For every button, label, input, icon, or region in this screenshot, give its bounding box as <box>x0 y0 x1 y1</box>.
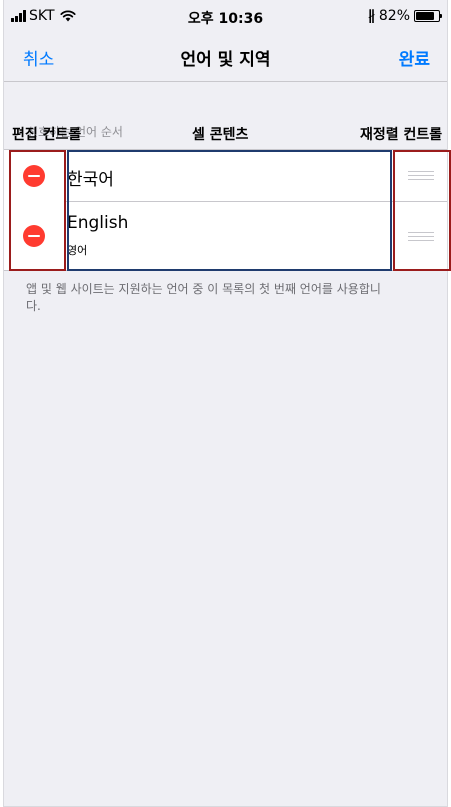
screen: SKT 오후 10:36 ∦ 82% 취소 언어 및 지역 완료 선호하는 언어… <box>3 0 451 807</box>
list-item: English 영어 <box>4 202 447 270</box>
edit-control-annotation-label: 편집 컨트롤 <box>12 127 82 143</box>
delete-icon[interactable] <box>23 165 45 187</box>
page-title: 언어 및 지역 <box>180 50 271 70</box>
battery-percent: 82% <box>378 8 410 24</box>
cell-content-annotation-label: 셀 콘텐츠 <box>192 127 249 143</box>
language-title: 한국어 <box>67 170 114 190</box>
battery-icon <box>414 10 442 22</box>
language-title: English <box>67 213 129 233</box>
language-list: 한국어 English 영어 <box>4 149 447 271</box>
reorder-handle-icon[interactable] <box>408 232 434 242</box>
status-bar: SKT 오후 10:36 ∦ 82% <box>4 0 447 32</box>
delete-icon[interactable] <box>23 225 45 247</box>
reorder-handle-icon[interactable] <box>408 171 434 181</box>
language-subtitle: 영어 <box>67 244 88 257</box>
section-footer: 앱 및 웹 사이트는 지원하는 언어 중 이 목록의 첫 번째 언어를 사용합니… <box>26 282 381 313</box>
navigation-bar: 취소 언어 및 지역 완료 <box>4 32 447 82</box>
bluetooth-icon: ∦ <box>367 8 375 24</box>
reorder-control-annotation-label: 재정렬 컨트롤 <box>360 127 443 143</box>
list-item: 한국어 <box>4 150 447 202</box>
status-right: ∦ 82% <box>367 8 442 24</box>
done-button[interactable]: 완료 <box>399 45 430 70</box>
battery-fill <box>416 12 435 20</box>
